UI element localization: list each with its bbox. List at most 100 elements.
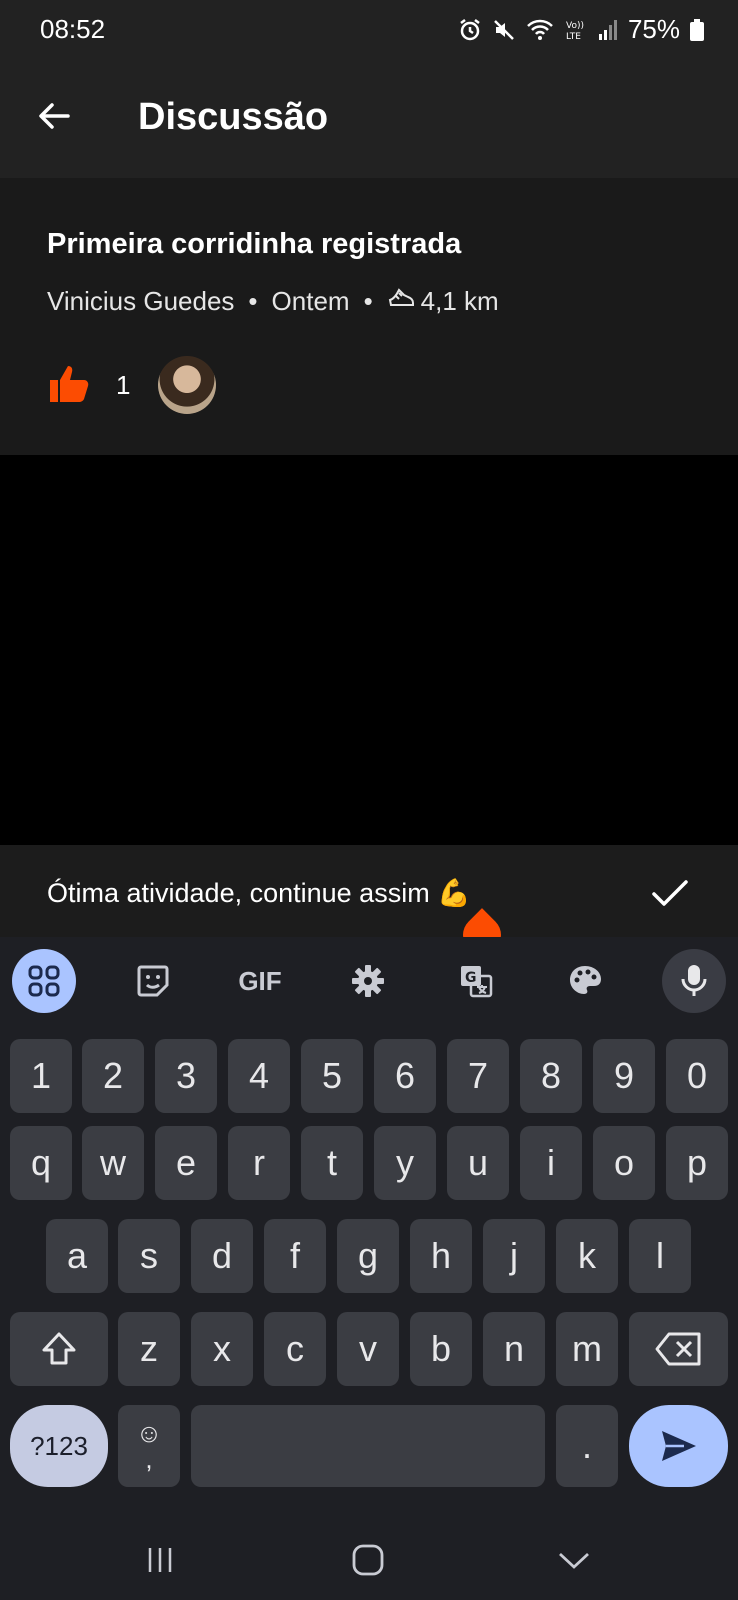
comma-label: , (145, 1444, 153, 1474)
emoji-icon: ☺ (135, 1418, 163, 1448)
hide-keyboard-button[interactable] (544, 1538, 604, 1582)
arrow-left-icon (39, 103, 70, 129)
apps-grid-icon (28, 965, 60, 997)
key-c[interactable]: c (264, 1312, 326, 1386)
key-i[interactable]: i (520, 1126, 582, 1200)
key-e[interactable]: e (155, 1126, 217, 1200)
key-w[interactable]: w (82, 1126, 144, 1200)
activity-card[interactable]: Primeira corridinha registrada Vinicius … (0, 178, 738, 455)
palette-icon (570, 966, 601, 994)
key-h[interactable]: h (410, 1219, 472, 1293)
comment-input[interactable]: Ótima atividade, continue assim 💪 (47, 877, 471, 909)
status-time: 08:52 (40, 14, 106, 44)
apps-grid-button[interactable] (12, 949, 76, 1013)
shift-icon (42, 1332, 76, 1365)
backspace-icon (655, 1332, 700, 1366)
sticker-button[interactable] (121, 949, 185, 1013)
key-4[interactable]: 4 (228, 1039, 290, 1113)
key-z[interactable]: z (118, 1312, 180, 1386)
mic-icon (681, 965, 707, 996)
key-v[interactable]: v (337, 1312, 399, 1386)
meta-separator: • (248, 286, 258, 316)
gif-button[interactable]: GIF (228, 949, 292, 1013)
key-x[interactable]: x (191, 1312, 253, 1386)
key-d[interactable]: d (191, 1219, 253, 1293)
key-n[interactable]: n (483, 1312, 545, 1386)
keyboard-toolbar: GIF G (0, 937, 738, 1025)
key-y[interactable]: y (374, 1126, 436, 1200)
key-9[interactable]: 9 (593, 1039, 655, 1113)
key-s[interactable]: s (118, 1219, 180, 1293)
home-button[interactable] (338, 1538, 398, 1582)
key-7[interactable]: 7 (447, 1039, 509, 1113)
recent-apps-button[interactable] (130, 1538, 190, 1582)
battery-icon (690, 18, 704, 41)
kudos-count: 1 (116, 369, 131, 400)
key-5[interactable]: 5 (301, 1039, 363, 1113)
period-key[interactable]: . (556, 1405, 618, 1487)
key-t[interactable]: t (301, 1126, 363, 1200)
translate-icon: G (461, 966, 493, 998)
theme-button[interactable] (553, 949, 617, 1013)
key-u[interactable]: u (447, 1126, 509, 1200)
battery-percent: 75% (627, 14, 680, 44)
backspace-key[interactable] (629, 1312, 728, 1386)
check-icon (652, 880, 688, 906)
key-r[interactable]: r (228, 1126, 290, 1200)
key-q[interactable]: q (10, 1126, 72, 1200)
home-icon (352, 1544, 384, 1576)
activity-date: Ontem (271, 286, 350, 316)
activity-distance: 4,1 km (420, 286, 499, 316)
key-6[interactable]: 6 (374, 1039, 436, 1113)
key-k[interactable]: k (556, 1219, 618, 1293)
status-bar: 08:52 Vo)) LTE 75% (0, 0, 738, 62)
shift-key[interactable] (10, 1312, 108, 1386)
app-header: Discussão (0, 62, 738, 178)
gear-icon (352, 965, 384, 997)
alarm-icon (458, 18, 482, 42)
emoji-comma-key[interactable]: ☺ , (118, 1405, 180, 1487)
avatar[interactable] (158, 356, 217, 414)
keyboard-settings-button[interactable] (336, 949, 400, 1013)
key-8[interactable]: 8 (520, 1039, 582, 1113)
meta-separator: • (363, 286, 373, 316)
comment-input-bar[interactable]: Ótima atividade, continue assim 💪 (0, 845, 738, 937)
key-p[interactable]: p (666, 1126, 728, 1200)
status-icons: Vo)) LTE 75% (458, 14, 704, 45)
key-g[interactable]: g (337, 1219, 399, 1293)
send-icon (661, 1431, 696, 1461)
page-title: Discussão (138, 96, 329, 138)
key-j[interactable]: j (483, 1219, 545, 1293)
key-a[interactable]: a (46, 1219, 108, 1293)
post-comment-button[interactable] (642, 865, 698, 921)
key-f[interactable]: f (264, 1219, 326, 1293)
key-0[interactable]: 0 (666, 1039, 728, 1113)
key-m[interactable]: m (556, 1312, 618, 1386)
send-key[interactable] (629, 1405, 728, 1487)
key-b[interactable]: b (410, 1312, 472, 1386)
voice-input-button[interactable] (662, 949, 726, 1013)
sticker-icon (137, 965, 169, 997)
svg-text:G: G (465, 970, 477, 986)
key-o[interactable]: o (593, 1126, 655, 1200)
comments-area (0, 455, 738, 845)
space-key[interactable] (191, 1405, 545, 1487)
activity-title[interactable]: Primeira corridinha registrada (47, 228, 461, 261)
key-3[interactable]: 3 (155, 1039, 217, 1113)
athlete-name[interactable]: Vinicius Guedes (47, 286, 234, 317)
recent-apps-icon (148, 1548, 172, 1572)
back-button[interactable] (28, 90, 80, 142)
wifi-icon (526, 18, 554, 42)
mute-icon (492, 18, 516, 42)
key-2[interactable]: 2 (82, 1039, 144, 1113)
volte-icon: Vo)) LTE (564, 18, 588, 42)
key-1[interactable]: 1 (10, 1039, 72, 1113)
signal-icon (598, 18, 618, 42)
svg-text:LTE: LTE (566, 32, 581, 42)
translate-button[interactable]: G (444, 949, 508, 1013)
key-l[interactable]: l (629, 1219, 691, 1293)
symbols-key[interactable]: ?123 (10, 1405, 108, 1487)
shoe-icon (387, 286, 415, 317)
chevron-down-icon (559, 1552, 589, 1569)
thumbs-up-icon[interactable] (46, 360, 92, 411)
